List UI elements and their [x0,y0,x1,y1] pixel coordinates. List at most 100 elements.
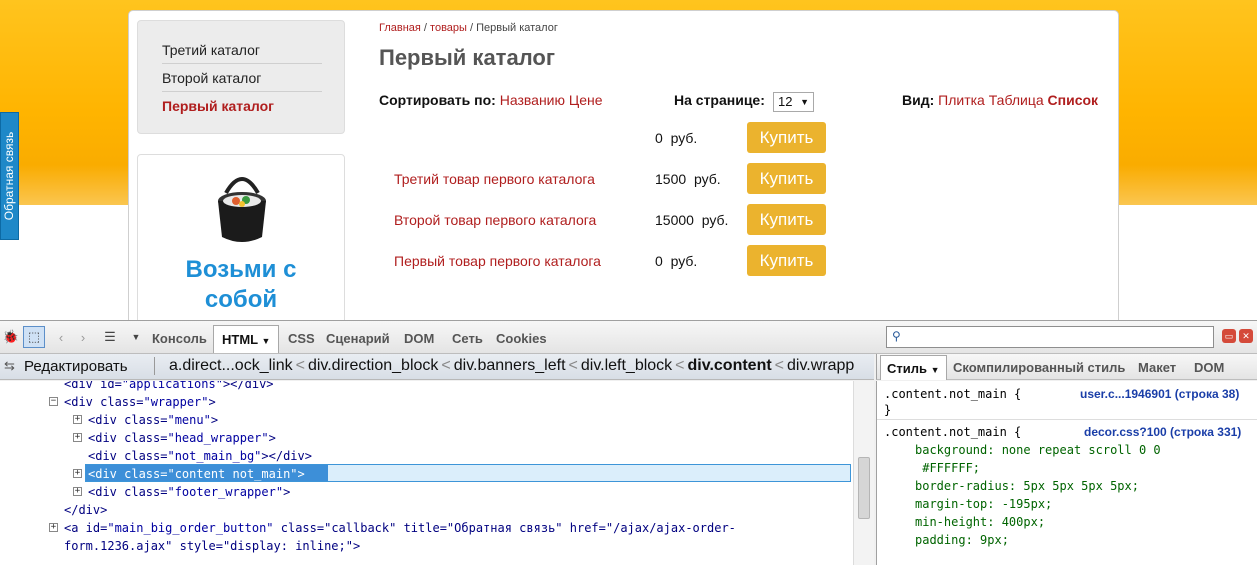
code-line[interactable]: <div class="footer_wrapper"> [88,483,290,501]
path-item[interactable]: div.direction_block [308,357,438,374]
html-pane-scrollbar[interactable] [853,381,874,565]
expand-toggle-icon[interactable]: + [73,433,82,442]
buy-button[interactable]: Купить [747,245,826,276]
tab-script[interactable]: Сценарий [326,331,390,346]
path-item-current[interactable]: div.content [688,357,772,374]
code-line[interactable]: form.1236.ajax" style="display: inline;"… [64,537,360,555]
css-brace: } [884,403,892,417]
inspect-element-icon[interactable]: ⬚ [23,326,45,348]
tab-css[interactable]: CSS [288,331,315,346]
menu-list-icon[interactable]: ☰ [99,326,121,348]
css-property[interactable]: border-radius: 5px 5px 5px 5px; [915,477,1139,495]
tab-style[interactable]: Стиль ▼ [880,355,947,380]
expand-toggle-icon[interactable]: + [73,469,82,478]
tab-cookies[interactable]: Cookies [496,331,547,346]
html-path-bar: ⇆ Редактировать a.direct...ock_link < div.… [0,354,874,380]
search-icon: ⚲ [892,329,901,343]
expand-toggle-icon[interactable]: + [49,523,58,532]
css-source-link[interactable]: user.c...1946901 (строка 38) [1080,387,1239,401]
expand-toggle-icon[interactable]: + [73,487,82,496]
banner-title: Возьми с собой [185,256,297,313]
page-title: Первый каталог [379,45,555,70]
css-property[interactable]: margin-top: -195px; [915,495,1052,513]
take-away-banner[interactable]: Возьми с собой [137,154,345,320]
view-list-current: Список [1047,92,1099,108]
tab-layout[interactable]: Макет [1138,360,1176,375]
forward-arrow-icon[interactable]: › [72,326,94,348]
breadcrumb-current: Первый каталог [476,22,558,34]
path-nav-icon[interactable]: ⇆ [4,358,15,374]
chevron-down-icon: ▼ [930,365,940,375]
style-rules-pane: .content.not_main { user.c...1946901 (ст… [876,381,1257,565]
catalog-menu: Третий каталог Второй каталог Первый кат… [137,20,345,134]
menu-item-third-catalog[interactable]: Третий каталог [162,36,322,64]
product-price: 15000 руб. [655,212,729,228]
menu-item-first-catalog[interactable]: Первый каталог [162,92,322,120]
css-source-link[interactable]: decor.css?100 (строка 331) [1084,425,1241,439]
sort-by-price-link[interactable]: Цене [569,92,603,108]
path-item[interactable]: a.direct...ock_link [169,357,293,374]
css-selector[interactable]: .content.not_main { [884,385,1021,403]
product-name-link[interactable]: Третий товар первого каталога [394,171,595,187]
edit-button[interactable]: Редактировать [24,358,128,375]
tab-computed-style[interactable]: Скомпилированный стиль [953,360,1125,375]
collapse-toggle-icon[interactable]: − [49,397,58,406]
view-switcher: Вид: Плитка Таблица Список [902,92,1099,108]
code-line[interactable]: <a id="main_big_order_button" class="cal… [64,519,736,537]
feedback-tab[interactable]: Обратная связь [0,112,19,240]
menu-item-second-catalog[interactable]: Второй каталог [162,64,322,92]
style-tabs-bar: Стиль ▼ Скомпилированный стиль Макет DOM [876,354,1257,380]
tab-dom[interactable]: DOM [404,331,434,346]
path-item[interactable]: div.banners_left [454,357,566,374]
product-price: 0 руб. [655,253,698,269]
code-line[interactable]: </div> [64,501,107,519]
chevron-down-icon[interactable]: ▼ [125,326,147,348]
buy-button[interactable]: Купить [747,122,826,153]
close-icon[interactable]: ✕ [1239,329,1253,343]
view-table-link[interactable]: Таблица [989,92,1044,108]
path-item[interactable]: div.left_block [581,357,672,374]
sort-by-name-link[interactable]: Названию [500,92,565,108]
breadcrumb: Главная / товары / Первый каталог [379,22,558,34]
breadcrumb-home[interactable]: Главная [379,22,421,34]
per-page-select[interactable]: 12 ▼ [773,92,814,112]
product-price: 1500 руб. [655,171,721,187]
css-property[interactable]: #FFFFFF; [915,459,980,477]
path-item[interactable]: div.wrapp [787,357,854,374]
minimize-icon[interactable]: ▭ [1222,329,1236,343]
expand-toggle-icon[interactable]: + [73,415,82,424]
code-line-selected[interactable]: <div class="content not_main"> [88,465,305,483]
code-line[interactable]: <div id="applications"></div> [64,381,274,393]
code-line[interactable]: <div class="head_wrapper"> [88,429,276,447]
buy-button[interactable]: Купить [747,204,826,235]
per-page-label: На странице: [674,92,765,108]
firebug-bug-icon[interactable]: 🐞 [0,326,22,348]
chevron-down-icon: ▼ [261,336,271,346]
product-name-link[interactable]: Второй товар первого каталога [394,212,596,228]
tab-html[interactable]: HTML ▼ [213,325,280,353]
tab-net[interactable]: Сеть [452,331,483,346]
css-selector[interactable]: .content.not_main { [884,423,1021,441]
element-path: a.direct...ock_link < div.direction_block <… [154,357,854,375]
tab-console[interactable]: Консоль [152,331,207,346]
product-price: 0 руб. [655,130,698,146]
css-property[interactable]: background: none repeat scroll 0 0 [915,441,1161,459]
buy-button[interactable]: Купить [747,163,826,194]
css-property[interactable]: min-height: 400px; [915,513,1045,531]
devtools-search-input[interactable]: ⚲ [886,326,1214,348]
view-tile-link[interactable]: Плитка [938,92,985,108]
tab-style-dom[interactable]: DOM [1194,360,1224,375]
devtools-toolbar: 🐞 ⬚ ‹ › ☰ ▼ Консоль HTML ▼ CSS Сценарий … [0,321,1257,354]
devtools-panel: 🐞 ⬚ ‹ › ☰ ▼ Консоль HTML ▼ CSS Сценарий … [0,320,1257,565]
code-line[interactable]: <div class="not_main_bg"></div> [88,447,312,465]
css-property[interactable]: padding: 9px; [915,531,1009,549]
sort-bar: Сортировать по: Названию Цене [379,92,603,108]
bag-icon [218,177,266,242]
back-arrow-icon[interactable]: ‹ [50,326,72,348]
web-page: Обратная связь Третий каталог Второй кат… [0,0,1257,320]
code-line[interactable]: <div class="menu"> [88,411,218,429]
breadcrumb-goods[interactable]: товары [430,22,467,34]
code-line[interactable]: <div class="wrapper"> [64,393,216,411]
product-name-link[interactable]: Первый товар первого каталога [394,253,601,269]
html-tree-pane: <div id="applications"></div> − <div cla… [0,381,853,565]
